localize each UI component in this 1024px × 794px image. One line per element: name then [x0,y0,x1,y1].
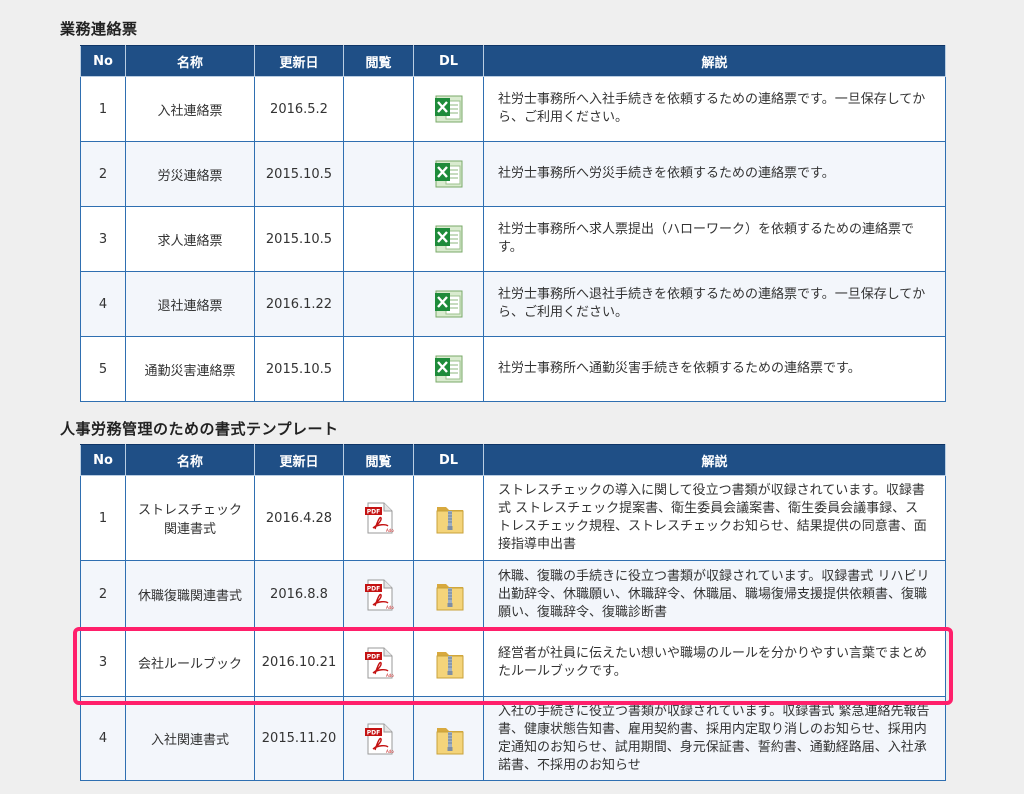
hr-templates-table: No 名称 更新日 閲覧 DL 解説 1 ストレスチェック関連書式 2016.4… [80,444,946,781]
table-header-row: No 名称 更新日 閲覧 DL 解説 [80,45,946,77]
column-header-dl: DL [413,45,484,77]
update-date: 2016.4.28 [254,475,344,561]
view-cell [343,76,414,142]
download-cell [413,206,484,272]
row-number: 4 [80,696,126,781]
excel-icon[interactable] [433,158,464,190]
view-cell [343,560,414,629]
document-name: 通勤災害連絡票 [125,336,255,402]
row-number: 4 [80,271,126,337]
update-date: 2016.8.8 [254,560,344,629]
row-number: 5 [80,336,126,402]
table-row: 4 退社連絡票 2016.1.22 社労士事務所へ退社手続きを依頼するための連絡… [80,271,946,337]
document-name: 退社連絡票 [125,271,255,337]
description: 社労士事務所へ入社手続きを依頼するための連絡票です。一旦保存してから、ご利用くだ… [483,76,946,142]
update-date: 2016.5.2 [254,76,344,142]
document-name: ストレスチェック関連書式 [125,475,255,561]
description: 休職、復職の手続きに役立つ書類が収録されています。収録書式 リハビリ出勤辞令、休… [483,560,946,629]
column-header-name: 名称 [125,444,255,476]
business-forms-table: No 名称 更新日 閲覧 DL 解説 1 入社連絡票 2016.5.2 社労士事… [80,45,946,402]
update-date: 2016.1.22 [254,271,344,337]
column-header-description: 解説 [483,444,946,476]
pdf-icon[interactable] [363,502,394,534]
view-cell [343,206,414,272]
download-cell [413,336,484,402]
row-number: 2 [80,560,126,629]
column-header-description: 解説 [483,45,946,77]
zip-folder-icon[interactable] [434,723,464,755]
update-date: 2015.10.5 [254,336,344,402]
pdf-icon[interactable] [363,722,394,755]
table-row: 1 入社連絡票 2016.5.2 社労士事務所へ入社手続きを依頼するための連絡票… [80,76,946,142]
table-row: 3 会社ルールブック 2016.10.21 経営者が社員に伝えたい想いや職場のル… [80,628,946,697]
update-date: 2015.10.5 [254,206,344,272]
download-cell [413,76,484,142]
document-name: 休職復職関連書式 [125,560,255,629]
document-name: 入社連絡票 [125,76,255,142]
view-cell [343,271,414,337]
update-date: 2016.10.21 [254,628,344,697]
view-cell [343,141,414,207]
description: 社労士事務所へ労災手続きを依頼するための連絡票です。 [483,141,946,207]
excel-icon[interactable] [433,288,464,320]
document-name: 求人連絡票 [125,206,255,272]
column-header-view: 閲覧 [343,45,414,77]
pdf-icon[interactable] [363,646,394,679]
excel-icon[interactable] [433,93,464,125]
description: 入社の手続きに役立つ書類が収録されています。収録書式 緊急連絡先報告書、健康状態… [483,696,946,781]
column-header-no: No [80,45,126,77]
download-cell [413,141,484,207]
document-name: 労災連絡票 [125,141,255,207]
section-title-hr-templates: 人事労務管理のための書式テンプレート [60,420,339,438]
view-cell [343,696,414,781]
table-header-row: No 名称 更新日 閲覧 DL 解説 [80,444,946,476]
column-header-name: 名称 [125,45,255,77]
table-row: 5 通勤災害連絡票 2015.10.5 社労士事務所へ通勤災害手続きを依頼するた… [80,336,946,402]
download-cell [413,271,484,337]
row-number: 3 [80,206,126,272]
view-cell [343,628,414,697]
zip-folder-icon[interactable] [434,647,464,679]
download-cell [413,628,484,697]
excel-icon[interactable] [433,353,464,385]
row-number: 2 [80,141,126,207]
excel-icon[interactable] [433,223,464,255]
column-header-date: 更新日 [254,45,344,77]
zip-folder-icon[interactable] [434,502,464,534]
row-number: 1 [80,475,126,561]
table-row: 3 求人連絡票 2015.10.5 社労士事務所へ求人票提出（ハローワーク）を依… [80,206,946,272]
table-row: 2 休職復職関連書式 2016.8.8 休職、復職の手続きに役立つ書類が収録され… [80,560,946,629]
table-row: 4 入社関連書式 2015.11.20 入社の手続きに役立つ書類が収録されていま… [80,696,946,781]
description: 社労士事務所へ通勤災害手続きを依頼するための連絡票です。 [483,336,946,402]
column-header-dl: DL [413,444,484,476]
description: ストレスチェックの導入に関して役立つ書類が収録されています。収録書式 ストレスチ… [483,475,946,561]
download-cell [413,475,484,561]
description: 経営者が社員に伝えたい想いや職場のルールを分かりやすい言葉でまとめたルールブック… [483,628,946,697]
column-header-date: 更新日 [254,444,344,476]
download-cell [413,560,484,629]
column-header-no: No [80,444,126,476]
section-title-business-forms: 業務連絡票 [60,20,138,38]
description: 社労士事務所へ求人票提出（ハローワーク）を依頼するための連絡票です。 [483,206,946,272]
pdf-icon[interactable] [363,578,394,611]
document-name: 入社関連書式 [125,696,255,781]
row-number: 1 [80,76,126,142]
update-date: 2015.10.5 [254,141,344,207]
view-cell [343,336,414,402]
table-row: 1 ストレスチェック関連書式 2016.4.28 ストレスチェックの導入に関して… [80,475,946,561]
view-cell [343,475,414,561]
column-header-view: 閲覧 [343,444,414,476]
download-cell [413,696,484,781]
update-date: 2015.11.20 [254,696,344,781]
document-name: 会社ルールブック [125,628,255,697]
description: 社労士事務所へ退社手続きを依頼するための連絡票です。一旦保存してから、ご利用くだ… [483,271,946,337]
row-number: 3 [80,628,126,697]
table-row: 2 労災連絡票 2015.10.5 社労士事務所へ労災手続きを依頼するための連絡… [80,141,946,207]
zip-folder-icon[interactable] [434,579,464,611]
